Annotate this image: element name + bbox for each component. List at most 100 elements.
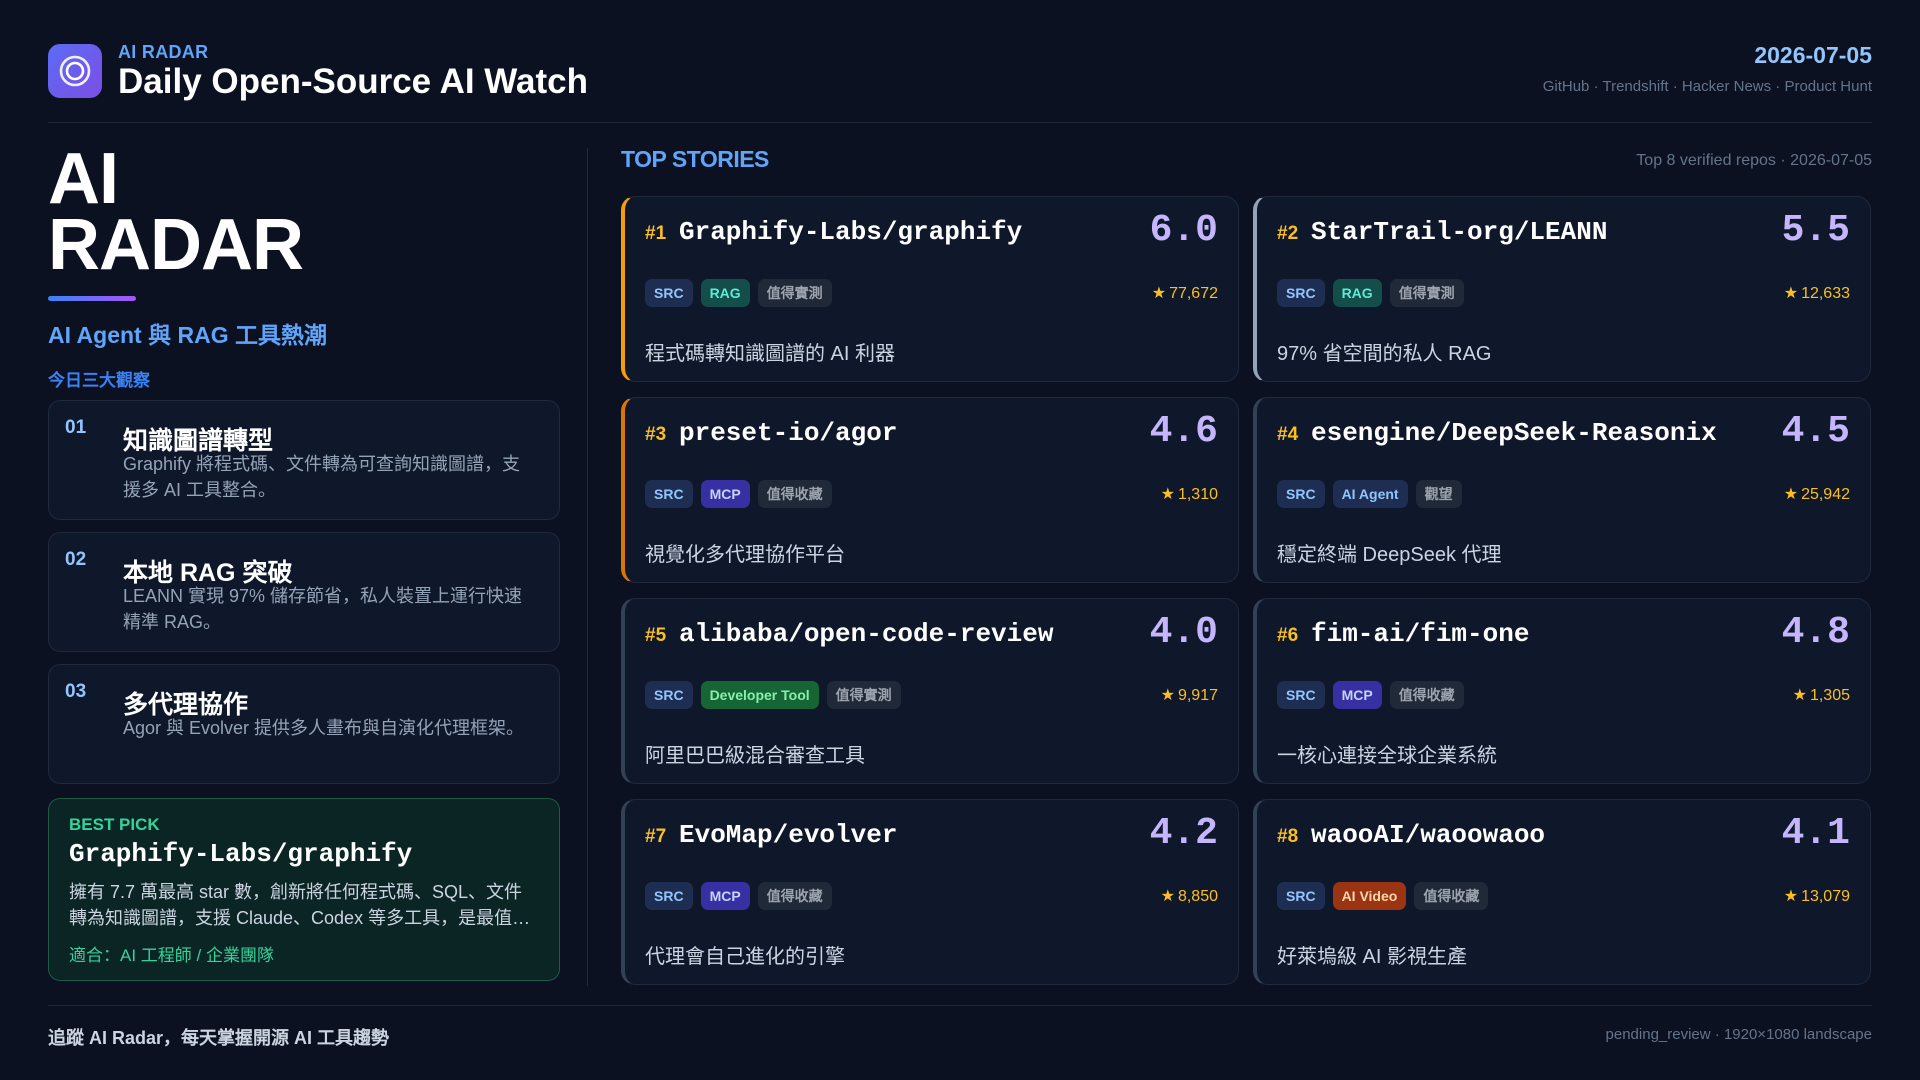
top-stories-title: TOP STORIES bbox=[621, 146, 769, 172]
story-card[interactable]: #5 alibaba/open-code-review 4.0 SRC Develope… bbox=[621, 598, 1239, 784]
story-score: 6.0 bbox=[1149, 209, 1218, 252]
hero-title: AI RADAR bbox=[48, 139, 568, 285]
insight-description: LEANN 實現 97% 儲存節省，私人裝置上運行快速精準 RAG。 bbox=[123, 586, 523, 632]
star-icon: ★ bbox=[1783, 888, 1799, 905]
star-count-value: 1,310 bbox=[1177, 486, 1218, 503]
star-count-value: 12,633 bbox=[1801, 285, 1850, 302]
tag-badge: AI Video bbox=[1332, 882, 1407, 910]
top-stories-meta: Top 8 verified repos · 2026-07-05 bbox=[1636, 152, 1872, 169]
star-icon: ★ bbox=[1151, 285, 1167, 302]
insight-number: 01 bbox=[65, 417, 87, 438]
story-card[interactable]: #6 fim-ai/fim-one 4.8 SRC MCP 值得收藏 ★ 1,305 一核心連接… bbox=[1253, 598, 1871, 784]
tag-badge: SRC bbox=[645, 279, 693, 307]
hero-line-2: RADAR bbox=[48, 205, 304, 285]
tag-badge: SRC bbox=[1277, 882, 1325, 910]
star-count: ★ 25,942 bbox=[1784, 484, 1850, 504]
star-count: ★ 13,079 bbox=[1784, 886, 1850, 906]
insight-description: Agor 與 Evolver 提供多人畫布與自演化代理框架。 bbox=[123, 718, 525, 738]
tag-badge: AI Agent bbox=[1332, 480, 1408, 508]
story-rank: #1 bbox=[645, 223, 667, 244]
story-tags: SRC MCP 值得收藏 bbox=[1277, 681, 1464, 709]
column-divider bbox=[587, 148, 588, 986]
story-repo-link[interactable]: EvoMap/evolver bbox=[679, 820, 897, 850]
story-tags: SRC AI Agent 觀望 bbox=[1277, 480, 1462, 508]
best-pick-card[interactable]: BEST PICK Graphify-Labs/graphify 擁有 7.7 … bbox=[48, 798, 560, 981]
insight-description: Graphify 將程式碼、文件轉為可查詢知識圖譜，支援多 AI 工具整合。 bbox=[123, 454, 521, 500]
hero-subtitle: AI Agent 與 RAG 工具熱潮 bbox=[48, 322, 327, 348]
star-count: ★ 8,850 bbox=[1161, 886, 1218, 906]
story-repo-link[interactable]: esengine/DeepSeek-Reasonix bbox=[1311, 418, 1717, 448]
story-repo-link[interactable]: preset-io/agor bbox=[679, 418, 897, 448]
page-title: Daily Open-Source AI Watch bbox=[118, 62, 588, 101]
story-score: 4.2 bbox=[1149, 812, 1218, 855]
star-count-value: 9,917 bbox=[1177, 687, 1218, 704]
story-card[interactable]: #1 Graphify-Labs/graphify 6.0 SRC RAG 值得實測 ★ 77… bbox=[621, 196, 1239, 382]
story-card[interactable]: #8 waooAI/waoowaoo 4.1 SRC AI Video 值得收藏 ★ 13,0… bbox=[1253, 799, 1871, 985]
story-card[interactable]: #2 StarTrail-org/LEANN 5.5 SRC RAG 值得實測 ★ 12,63… bbox=[1253, 196, 1871, 382]
insight-card: 01 知識圖譜轉型 Graphify 將程式碼、文件轉為可查詢知識圖譜，支援多 … bbox=[48, 400, 560, 520]
tag-badge: RAG bbox=[1332, 279, 1382, 307]
story-rank: #4 bbox=[1277, 424, 1299, 445]
insight-number: 02 bbox=[65, 549, 87, 570]
tag-badge: 值得實測 bbox=[826, 681, 901, 709]
story-tags: SRC AI Video 值得收藏 bbox=[1277, 882, 1489, 910]
star-count-value: 77,672 bbox=[1169, 285, 1218, 302]
story-repo-link[interactable]: fim-ai/fim-one bbox=[1311, 619, 1529, 649]
insight-card: 02 本地 RAG 突破 LEANN 實現 97% 儲存節省，私人裝置上運行快速… bbox=[48, 532, 560, 652]
story-repo-link[interactable]: Graphify-Labs/graphify bbox=[679, 217, 1022, 247]
best-pick-description: 擁有 7.7 萬最高 star 數，創新將任何程式碼、SQL、文件轉為知識圖譜，… bbox=[69, 882, 531, 928]
story-repo-link[interactable]: StarTrail-org/LEANN bbox=[1311, 217, 1607, 247]
brand-label: AI RADAR bbox=[118, 42, 209, 62]
footer-status: pending_review · 1920×1080 landscape bbox=[1605, 1026, 1872, 1043]
tag-badge: SRC bbox=[1277, 279, 1325, 307]
tag-badge: SRC bbox=[1277, 480, 1325, 508]
hero-accent-bar bbox=[48, 296, 136, 301]
insight-number: 03 bbox=[65, 681, 87, 702]
star-count: ★ 77,672 bbox=[1152, 283, 1218, 303]
insight-card: 03 多代理協作 Agor 與 Evolver 提供多人畫布與自演化代理框架。 bbox=[48, 664, 560, 784]
story-card[interactable]: #7 EvoMap/evolver 4.2 SRC MCP 值得收藏 ★ 8,850 代理會自己… bbox=[621, 799, 1239, 985]
story-tags: SRC RAG 值得實測 bbox=[645, 279, 832, 307]
star-count: ★ 12,633 bbox=[1784, 283, 1850, 303]
tag-badge: 值得收藏 bbox=[1414, 882, 1489, 910]
story-rank: #6 bbox=[1277, 625, 1299, 646]
story-repo-link[interactable]: alibaba/open-code-review bbox=[679, 619, 1053, 649]
story-score: 5.5 bbox=[1781, 209, 1850, 252]
star-icon: ★ bbox=[1783, 486, 1799, 503]
star-count-value: 1,305 bbox=[1809, 687, 1850, 704]
tag-badge: 觀望 bbox=[1415, 480, 1462, 508]
story-repo-link[interactable]: waooAI/waoowaoo bbox=[1311, 820, 1545, 850]
story-tags: SRC RAG 值得實測 bbox=[1277, 279, 1464, 307]
tag-badge: SRC bbox=[645, 480, 693, 508]
story-rank: #7 bbox=[645, 826, 667, 847]
star-icon: ★ bbox=[1783, 285, 1799, 302]
star-count: ★ 1,310 bbox=[1161, 484, 1218, 504]
story-card[interactable]: #4 esengine/DeepSeek-Reasonix 4.5 SRC AI Age… bbox=[1253, 397, 1871, 583]
star-count-value: 8,850 bbox=[1177, 888, 1218, 905]
story-score: 4.6 bbox=[1149, 410, 1218, 453]
tag-badge: 值得收藏 bbox=[757, 480, 832, 508]
tag-badge: SRC bbox=[645, 882, 693, 910]
story-description: 97% 省空間的私人 RAG bbox=[1277, 343, 1492, 365]
story-rank: #2 bbox=[1277, 223, 1299, 244]
tag-badge: 值得實測 bbox=[1389, 279, 1464, 307]
tag-badge: RAG bbox=[700, 279, 750, 307]
best-pick-audience: 適合：AI 工程師 / 企業團隊 bbox=[69, 946, 274, 965]
best-pick-repo[interactable]: Graphify-Labs/graphify bbox=[69, 839, 412, 869]
hero-line-1: AI bbox=[48, 139, 119, 219]
story-description: 代理會自己進化的引擎 bbox=[645, 946, 845, 968]
tag-badge: MCP bbox=[700, 882, 750, 910]
tag-badge: 值得收藏 bbox=[1389, 681, 1464, 709]
story-card[interactable]: #3 preset-io/agor 4.6 SRC MCP 值得收藏 ★ 1,310 視覺化多代… bbox=[621, 397, 1239, 583]
story-description: 阿里巴巴級混合審查工具 bbox=[645, 745, 865, 767]
story-description: 好萊塢級 AI 影視生產 bbox=[1277, 946, 1468, 968]
header-divider bbox=[48, 122, 1872, 123]
star-count: ★ 1,305 bbox=[1793, 685, 1850, 705]
star-count-value: 13,079 bbox=[1801, 888, 1850, 905]
star-icon: ★ bbox=[1792, 687, 1807, 704]
report-date: 2026-07-05 bbox=[1754, 42, 1872, 68]
tag-badge: 值得實測 bbox=[757, 279, 832, 307]
story-score: 4.0 bbox=[1149, 611, 1218, 654]
story-tags: SRC MCP 值得收藏 bbox=[645, 882, 832, 910]
insights-heading: 今日三大觀察 bbox=[48, 371, 150, 390]
